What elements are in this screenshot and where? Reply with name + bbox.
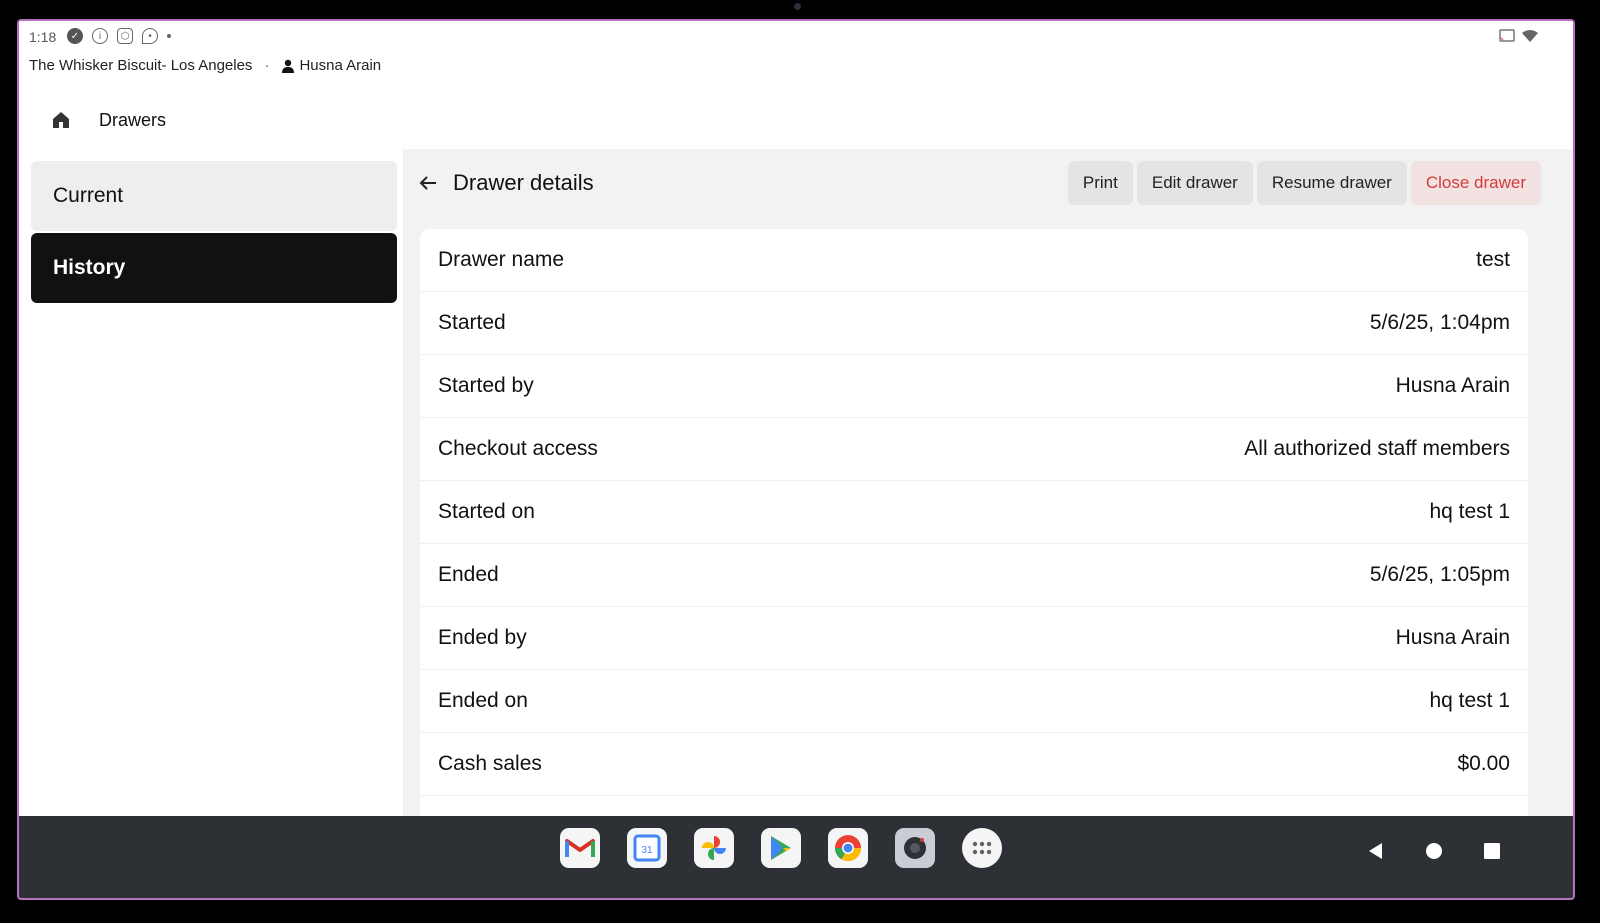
detail-label: Started on	[438, 500, 535, 523]
app-dock: 31	[560, 828, 1002, 868]
shield-icon: ⬡	[117, 28, 133, 44]
calendar-icon[interactable]: 31	[627, 828, 667, 868]
detail-row-ended-on: Ended on hq test 1	[420, 670, 1528, 733]
detail-value: Husna Arain	[1395, 626, 1510, 649]
detail-row-drawer-name: Drawer name test	[420, 229, 1528, 292]
detail-value: 5/6/25, 1:04pm	[1369, 311, 1510, 334]
separator: ·	[264, 57, 270, 74]
top-nav: Drawers	[19, 91, 1573, 149]
content-header: Drawer details Print Edit drawer Resume …	[403, 161, 1573, 205]
print-button[interactable]: Print	[1067, 161, 1133, 205]
detail-row-ended-by: Ended by Husna Arain	[420, 607, 1528, 670]
user-name: Husna Arain	[299, 57, 382, 74]
detail-value: Husna Arain	[1395, 374, 1510, 397]
store-name: The Whisker Biscuit- Los Angeles	[29, 57, 253, 74]
arrow-left-icon	[419, 176, 436, 190]
edit-drawer-button[interactable]: Edit drawer	[1136, 161, 1253, 205]
detail-value: 5/6/25, 1:05pm	[1369, 563, 1510, 586]
detail-label: Started	[438, 311, 506, 334]
system-nav-buttons	[1365, 840, 1503, 862]
detail-value: $0.00	[1457, 752, 1510, 775]
detail-value: test	[1476, 248, 1510, 271]
cast-icon	[1499, 29, 1515, 42]
sidebar: Current History	[19, 149, 403, 816]
detail-label: Started by	[438, 374, 534, 397]
store-user-line: The Whisker Biscuit- Los Angeles · Husna…	[29, 57, 381, 74]
chrome-icon[interactable]	[828, 828, 868, 868]
sidebar-item-history[interactable]: History	[31, 233, 397, 303]
photos-icon[interactable]	[694, 828, 734, 868]
detail-row-checkout-access: Checkout access All authorized staff mem…	[420, 418, 1528, 481]
home-icon	[53, 112, 69, 128]
close-drawer-button[interactable]: Close drawer	[1410, 161, 1541, 205]
detail-label: Ended by	[438, 626, 527, 649]
resume-drawer-button[interactable]: Resume drawer	[1256, 161, 1407, 205]
status-bar: 1:18 ✓ i ⬡ •	[19, 21, 1573, 51]
check-circle-icon: ✓	[67, 28, 83, 44]
wifi-icon	[1522, 30, 1538, 42]
device-screen: 1:18 ✓ i ⬡ • The Whisker Biscuit- Los An…	[17, 19, 1575, 900]
app-drawer-icon[interactable]	[962, 828, 1002, 868]
detail-row-started-on: Started on hq test 1	[420, 481, 1528, 544]
home-nav-icon[interactable]	[1423, 840, 1445, 862]
detail-label: Ended	[438, 563, 499, 586]
detail-row-ended: Ended 5/6/25, 1:05pm	[420, 544, 1528, 607]
page-title: Drawers	[99, 109, 167, 130]
detail-value: hq test 1	[1429, 689, 1510, 712]
play-store-icon[interactable]	[761, 828, 801, 868]
camera-icon[interactable]	[895, 828, 935, 868]
detail-label: Drawer name	[438, 248, 565, 271]
detail-label: Checkout access	[438, 437, 598, 460]
status-icons: ✓ i ⬡ •	[67, 28, 171, 44]
status-right-icons	[1499, 29, 1539, 43]
taskbar: 31	[19, 816, 1573, 898]
details-card: Drawer name test Started 5/6/25, 1:04pm …	[420, 229, 1528, 829]
detail-label: Ended on	[438, 689, 528, 712]
sidebar-item-current[interactable]: Current	[31, 161, 397, 231]
detail-row-started-by: Started by Husna Arain	[420, 355, 1528, 418]
back-button[interactable]	[417, 172, 439, 194]
detail-value: hq test 1	[1429, 500, 1510, 523]
calendar-day: 31	[641, 845, 653, 856]
sidebar-item-label: History	[53, 256, 126, 279]
detail-label: Cash sales	[438, 752, 542, 775]
sidebar-item-label: Current	[53, 184, 124, 207]
recents-nav-icon[interactable]	[1481, 840, 1503, 862]
status-time: 1:18	[29, 29, 57, 45]
back-nav-icon[interactable]	[1365, 840, 1387, 862]
info-icon: i	[92, 28, 108, 44]
detail-row-cash-sales: Cash sales $0.00	[420, 733, 1528, 796]
drawer-details-panel: Drawer details Print Edit drawer Resume …	[403, 149, 1573, 829]
detail-value: All authorized staff members	[1244, 437, 1510, 460]
details-title: Drawer details	[453, 170, 594, 195]
action-buttons: Print Edit drawer Resume drawer Close dr…	[1067, 161, 1541, 205]
user-icon	[282, 59, 295, 73]
location-icon: •	[142, 28, 158, 44]
gmail-icon[interactable]	[560, 828, 600, 868]
home-button[interactable]	[41, 100, 81, 140]
dot-icon	[167, 34, 171, 38]
detail-row-started: Started 5/6/25, 1:04pm	[420, 292, 1528, 355]
front-camera	[794, 3, 801, 10]
main-area: Current History Drawer details Print Edi…	[19, 149, 1573, 829]
